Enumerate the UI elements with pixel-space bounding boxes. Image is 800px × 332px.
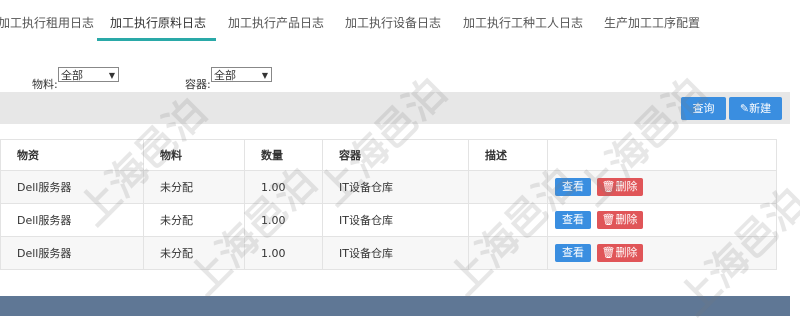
container-select-value: 全部 (214, 69, 236, 82)
cell-actions: 查看 🗑删除 (547, 236, 777, 270)
cell-container: IT设备仓库 (322, 203, 469, 237)
scrollbar-gutter (790, 0, 800, 332)
cell-description (468, 236, 548, 270)
container-select[interactable]: 全部 ▼ (211, 67, 272, 82)
delete-button-label: 删除 (615, 213, 638, 226)
column-header-actions (547, 139, 777, 171)
tab-worker-log[interactable]: 加工执行工种工人日志 (463, 14, 583, 31)
active-tab-indicator (97, 38, 216, 41)
view-button[interactable]: 查看 (555, 244, 591, 262)
new-button-label: 新建 (749, 102, 772, 115)
tab-material-log[interactable]: 加工执行原料日志 (110, 14, 206, 31)
cell-goods: Dell服务器 (0, 170, 144, 204)
cell-actions: 查看 🗑删除 (547, 170, 777, 204)
cell-material: 未分配 (143, 170, 245, 204)
column-header-material: 物料 (143, 139, 245, 171)
delete-button-label: 删除 (615, 246, 638, 259)
cell-container: IT设备仓库 (322, 236, 469, 270)
tab-product-log[interactable]: 加工执行产品日志 (228, 14, 324, 31)
view-button[interactable]: 查看 (555, 211, 591, 229)
tab-equipment-log[interactable]: 加工执行设备日志 (345, 14, 441, 31)
delete-button[interactable]: 🗑删除 (596, 244, 643, 262)
trash-icon: 🗑 (601, 246, 616, 259)
cell-quantity: 1.00 (244, 170, 323, 204)
cell-description (468, 203, 548, 237)
cell-goods: Dell服务器 (0, 236, 144, 270)
delete-button[interactable]: 🗑删除 (596, 178, 643, 196)
table-row: Dell服务器 未分配 1.00 IT设备仓库 查看 🗑删除 (0, 170, 777, 204)
material-select[interactable]: 全部 ▼ (58, 67, 119, 82)
table-header-row: 物资 物料 数量 容器 描述 (0, 139, 777, 171)
container-filter-label: 容器: (185, 78, 211, 91)
view-button[interactable]: 查看 (555, 178, 591, 196)
column-header-description: 描述 (468, 139, 548, 171)
table-row: Dell服务器 未分配 1.00 IT设备仓库 查看 🗑删除 (0, 236, 777, 270)
toolbar: 查询 ✎新建 (0, 92, 800, 124)
material-log-table: 物资 物料 数量 容器 描述 Dell服务器 未分配 1.00 IT设备仓库 查… (0, 139, 777, 270)
material-filter-label: 物料: (32, 78, 58, 91)
material-select-value: 全部 (61, 69, 83, 82)
footer-bar (0, 296, 790, 316)
column-header-container: 容器 (322, 139, 469, 171)
cell-description (468, 170, 548, 204)
trash-icon: 🗑 (601, 180, 616, 193)
cell-container: IT设备仓库 (322, 170, 469, 204)
cell-quantity: 1.00 (244, 236, 323, 270)
cell-quantity: 1.00 (244, 203, 323, 237)
cell-material: 未分配 (143, 203, 245, 237)
tab-rental-log[interactable]: 加工执行租用日志 (0, 14, 94, 31)
chevron-down-icon: ▼ (108, 71, 115, 80)
column-header-quantity: 数量 (244, 139, 323, 171)
delete-button[interactable]: 🗑删除 (596, 211, 643, 229)
new-button[interactable]: ✎新建 (729, 97, 782, 120)
column-header-goods: 物资 (0, 139, 144, 171)
query-button[interactable]: 查询 (681, 97, 726, 120)
tab-process-config[interactable]: 生产加工工序配置 (604, 14, 700, 31)
tab-bar: 加工执行租用日志 加工执行原料日志 加工执行产品日志 加工执行设备日志 加工执行… (0, 0, 800, 42)
cell-material: 未分配 (143, 236, 245, 270)
delete-button-label: 删除 (615, 180, 638, 193)
cell-actions: 查看 🗑删除 (547, 203, 777, 237)
chevron-down-icon: ▼ (261, 71, 268, 80)
pencil-icon: ✎ (739, 102, 750, 115)
table-row: Dell服务器 未分配 1.00 IT设备仓库 查看 🗑删除 (0, 203, 777, 237)
trash-icon: 🗑 (601, 213, 616, 226)
cell-goods: Dell服务器 (0, 203, 144, 237)
